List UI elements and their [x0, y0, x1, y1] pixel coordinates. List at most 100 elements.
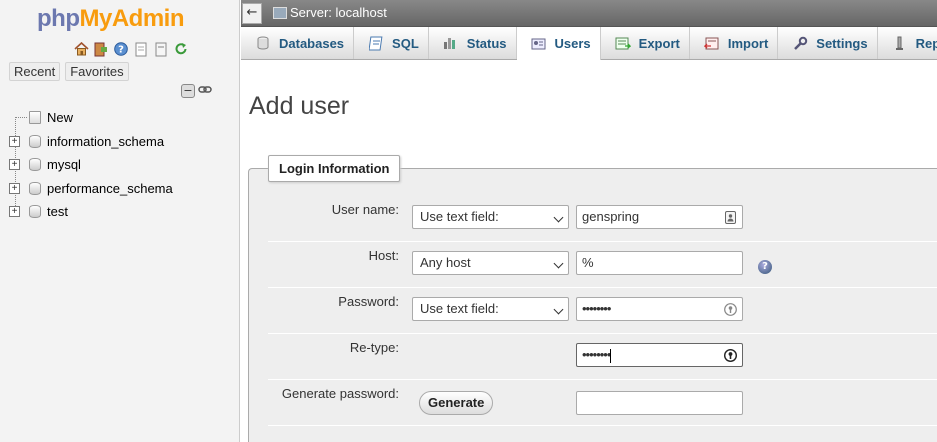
- sql-icon: [368, 36, 384, 50]
- select-value: Use text field:: [420, 209, 499, 224]
- collapse-all-icon[interactable]: −: [181, 84, 195, 98]
- expand-icon[interactable]: +: [9, 206, 20, 218]
- database-icon: [29, 181, 41, 195]
- tab-export[interactable]: Export: [601, 27, 690, 59]
- username-type-select[interactable]: Use text field:: [412, 205, 569, 229]
- tab-status[interactable]: Status: [429, 27, 517, 59]
- tab-import[interactable]: Import: [690, 27, 779, 59]
- tab-settings[interactable]: Settings: [778, 27, 878, 59]
- logo-myadmin-text: MyAdmin: [79, 5, 184, 32]
- favorites-button[interactable]: Favorites: [65, 62, 129, 81]
- import-icon: [703, 36, 720, 50]
- username-input[interactable]: genspring: [576, 205, 743, 229]
- username-row: User name: Use text field: genspring: [268, 196, 937, 242]
- tab-databases[interactable]: Databases: [241, 27, 355, 59]
- password-input[interactable]: ••••••••: [576, 297, 743, 321]
- documentation-icon[interactable]: [133, 41, 149, 57]
- retype-label: Re-type:: [349, 340, 399, 355]
- username-label: User name:: [331, 202, 399, 217]
- autofill-contact-icon[interactable]: [724, 210, 737, 224]
- server-breadcrumb-bar: ← Server: localhost: [241, 0, 937, 27]
- retype-row: Re-type: ••••••••: [268, 334, 937, 380]
- tab-label: Import: [727, 35, 769, 51]
- logout-icon[interactable]: [93, 41, 109, 57]
- expand-icon[interactable]: +: [9, 159, 20, 171]
- tab-label: Users: [554, 36, 591, 51]
- reload-icon[interactable]: [173, 41, 189, 57]
- tab-replication[interactable]: Rep: [878, 27, 937, 59]
- tree-item-new[interactable]: New: [6, 106, 236, 130]
- tree-item-test[interactable]: + test: [6, 200, 236, 224]
- tree-controls: −: [181, 84, 212, 99]
- top-menu-tabs: Databases SQL Status Users Export Import: [241, 27, 937, 60]
- input-value: %: [582, 255, 594, 270]
- breadcrumb-server-label: Server: localhost: [290, 5, 387, 20]
- settings-page-icon[interactable]: [153, 41, 169, 57]
- expand-icon[interactable]: +: [9, 135, 20, 147]
- password-row: Password: Use text field: ••••••••: [268, 288, 937, 334]
- generate-password-label: Generate password:: [281, 386, 399, 401]
- logo-php-text: php: [37, 5, 80, 32]
- input-value: genspring: [582, 209, 640, 224]
- export-icon: [615, 36, 631, 50]
- tab-label: Export: [638, 35, 680, 51]
- database-icon: [29, 158, 41, 172]
- password-manager-icon[interactable]: [724, 348, 737, 362]
- recent-favorites-bar: Recent Favorites: [9, 62, 129, 81]
- generate-button[interactable]: Generate: [419, 391, 494, 415]
- select-value: Use text field:: [420, 301, 499, 316]
- tree-item-label: information_schema: [47, 133, 165, 149]
- users-icon: [531, 37, 547, 51]
- nav-icon-bar: ?: [73, 41, 189, 57]
- retype-password-input[interactable]: ••••••••: [576, 343, 743, 367]
- generate-password-row: Generate password: Generate: [268, 380, 937, 426]
- recent-button[interactable]: Recent: [9, 62, 61, 81]
- replication-icon: [892, 36, 908, 50]
- host-input[interactable]: %: [576, 251, 743, 275]
- password-label: Password:: [338, 294, 399, 309]
- database-icon: [29, 205, 41, 219]
- tab-label: Databases: [279, 35, 345, 51]
- help-docs-icon[interactable]: ?: [113, 41, 129, 57]
- phpmyadmin-logo[interactable]: phpMyAdmin: [37, 5, 184, 33]
- database-icon: [29, 134, 41, 148]
- tree-item-label: mysql: [47, 157, 81, 173]
- database-tree: New + information_schema + mysql + perfo…: [6, 106, 236, 224]
- link-with-main-icon[interactable]: [198, 84, 212, 99]
- home-icon[interactable]: [73, 41, 89, 57]
- tab-label: Rep: [915, 35, 937, 51]
- generated-password-input[interactable]: [576, 391, 743, 415]
- password-manager-icon[interactable]: [724, 302, 737, 316]
- server-icon: [273, 6, 287, 19]
- text-cursor: [610, 348, 612, 363]
- tree-item-performance-schema[interactable]: + performance_schema: [6, 177, 236, 201]
- new-database-icon: [29, 111, 41, 125]
- tab-label: SQL: [392, 35, 419, 51]
- database-icon: [255, 36, 271, 50]
- svg-text:?: ?: [118, 45, 124, 56]
- collapse-nav-button[interactable]: ←: [242, 3, 262, 24]
- tab-users[interactable]: Users: [516, 27, 601, 60]
- tree-item-label: test: [47, 204, 68, 220]
- tree-connector: [15, 117, 27, 118]
- input-value: ••••••••: [582, 347, 611, 362]
- wrench-icon: [792, 36, 808, 50]
- tree-item-mysql[interactable]: + mysql: [6, 153, 236, 177]
- fieldset-legend: Login Information: [268, 155, 401, 182]
- tab-sql[interactable]: SQL: [354, 27, 429, 59]
- page-title: Add user: [249, 92, 350, 120]
- tree-item-label: New: [47, 110, 74, 126]
- tab-label: Status: [466, 35, 507, 51]
- tab-label: Settings: [816, 35, 868, 51]
- breadcrumb[interactable]: Server: localhost: [273, 5, 387, 20]
- host-row: Host: Any host % ?: [268, 242, 937, 288]
- help-icon[interactable]: ?: [758, 260, 772, 274]
- tree-item-information-schema[interactable]: + information_schema: [6, 130, 236, 154]
- host-type-select[interactable]: Any host: [412, 251, 569, 275]
- host-label: Host:: [368, 248, 399, 263]
- select-value: Any host: [420, 255, 471, 270]
- password-type-select[interactable]: Use text field:: [412, 297, 569, 321]
- navigation-panel: phpMyAdmin ? Recent Favorites − New + in…: [0, 0, 240, 442]
- tree-item-label: performance_schema: [47, 180, 173, 196]
- expand-icon[interactable]: +: [9, 182, 20, 194]
